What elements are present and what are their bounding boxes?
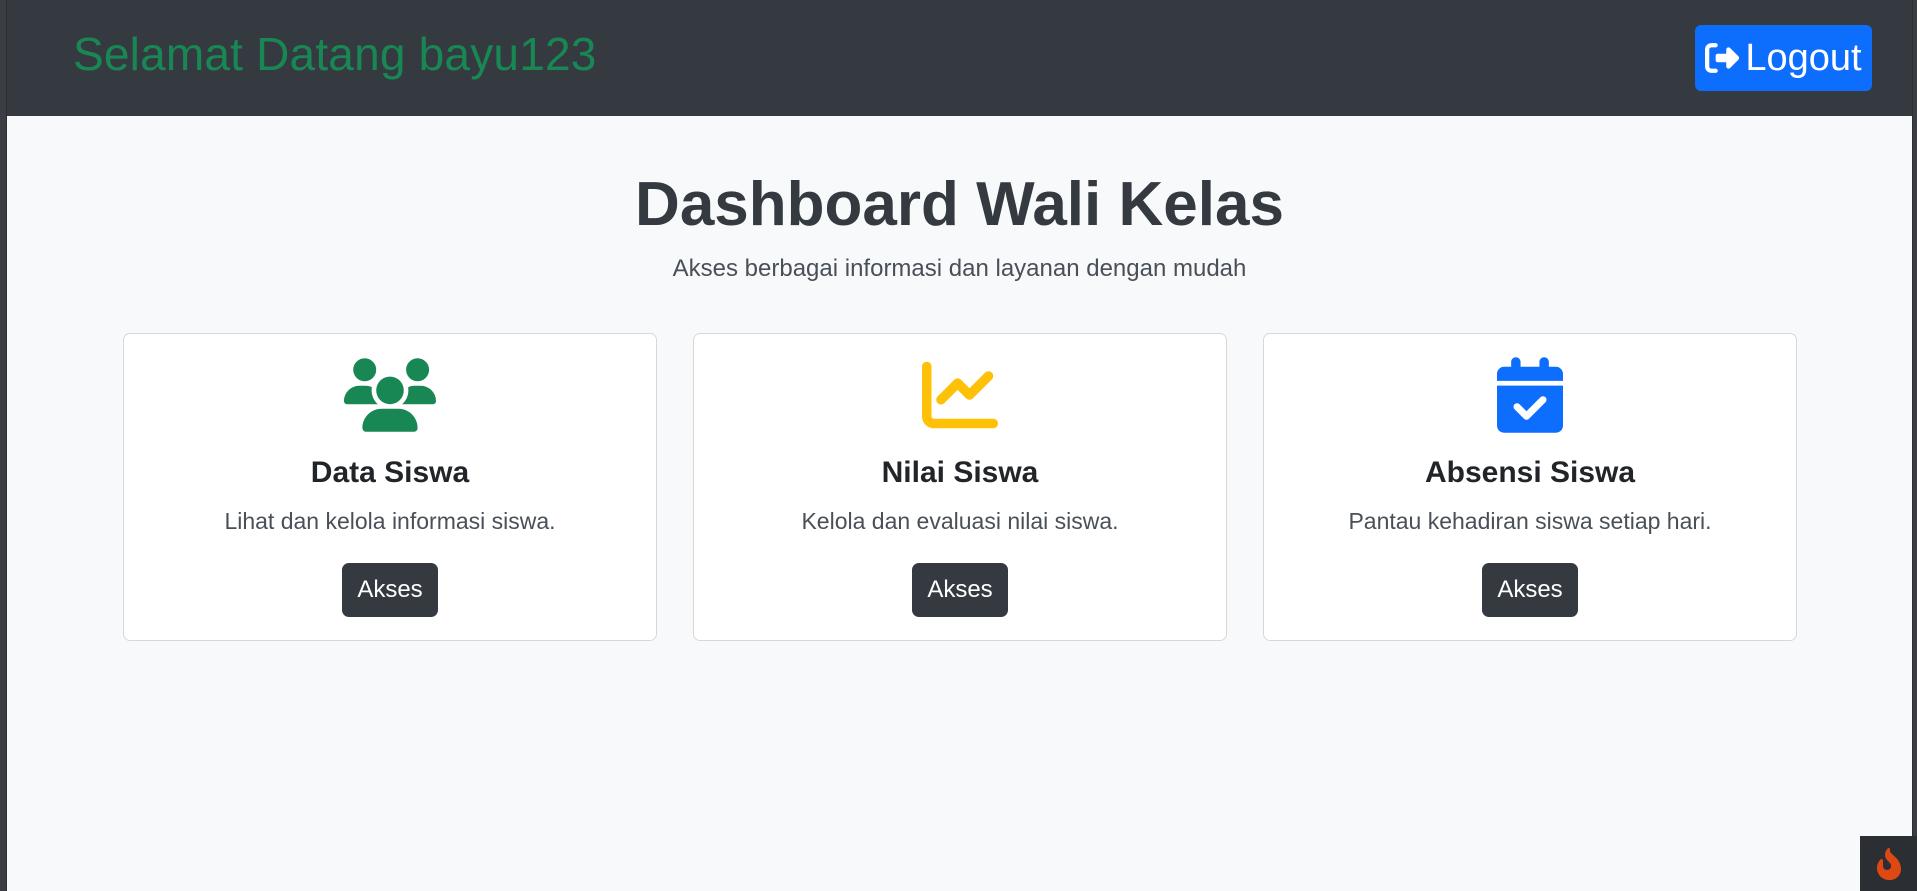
card-title: Nilai Siswa <box>881 456 1039 489</box>
top-navbar: Selamat Datang bayu123 Logout <box>7 0 1912 116</box>
card-description: Pantau kehadiran siswa setiap hari. <box>1348 508 1712 534</box>
flame-icon <box>1875 847 1903 880</box>
welcome-brand: Selamat Datang bayu123 <box>73 28 597 80</box>
logout-button[interactable]: Logout <box>1695 25 1872 91</box>
card-nilai-siswa: Nilai Siswa Kelola dan evaluasi nilai si… <box>693 333 1227 641</box>
page-subtitle: Akses berbagai informasi dan layanan den… <box>672 255 1247 282</box>
page-title: Dashboard Wali Kelas <box>635 170 1284 239</box>
akses-nilai-siswa-button[interactable]: Akses <box>912 563 1008 617</box>
card-data-siswa: Data Siswa Lihat dan kelola informasi si… <box>123 333 657 641</box>
card-description: Lihat dan kelola informasi siswa. <box>224 508 556 534</box>
debug-toolbar-toggle[interactable] <box>1860 836 1917 891</box>
akses-absensi-siswa-button[interactable]: Akses <box>1482 563 1578 617</box>
card-title: Absensi Siswa <box>1424 456 1636 489</box>
page-frame: Selamat Datang bayu123 Logout Dashboard … <box>6 0 1913 891</box>
users-icon <box>124 356 656 436</box>
card-description: Kelola dan evaluasi nilai siswa. <box>801 508 1119 534</box>
calendar-check-icon <box>1264 356 1796 436</box>
card-title: Data Siswa <box>310 456 470 489</box>
akses-data-siswa-button[interactable]: Akses <box>342 563 438 617</box>
logout-icon <box>1705 41 1740 75</box>
card-absensi-siswa: Absensi Siswa Pantau kehadiran siswa set… <box>1263 333 1797 641</box>
logout-label: Logout <box>1745 36 1862 79</box>
chart-line-icon <box>694 356 1226 436</box>
